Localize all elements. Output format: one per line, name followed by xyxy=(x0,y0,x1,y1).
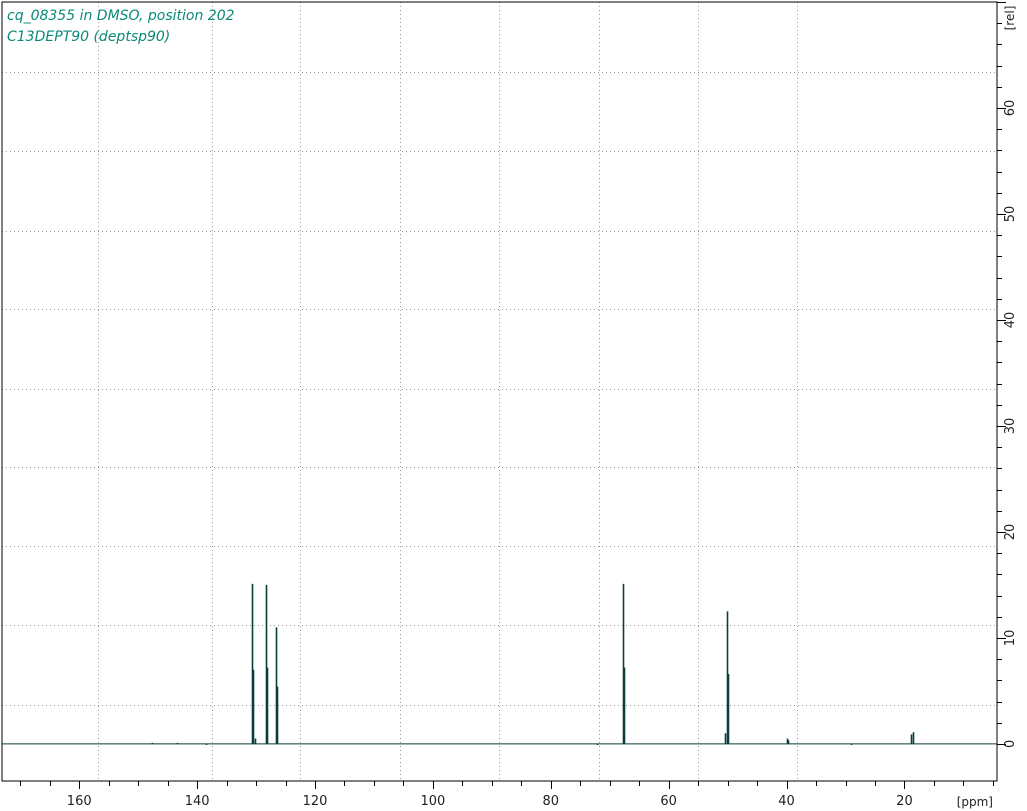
y-axis: 0 10 20 30 40 50 60 [rel] xyxy=(997,2,1018,748)
x-axis-tick-label: 80 xyxy=(543,794,560,809)
y-axis-tick-label: 60 xyxy=(1003,100,1018,117)
y-axis-tick-label: 0 xyxy=(1003,740,1018,748)
x-axis-unit-label: [ppm] xyxy=(957,795,993,809)
y-axis-tick-label: 40 xyxy=(1003,312,1018,329)
grid-layer xyxy=(2,2,997,781)
nmr-spectrum-chart: 160 140 120 100 80 60 40 20 [ppm] 0 10 20 30 40 50 60 [… xyxy=(1,1,1018,809)
x-axis-tick-label: 40 xyxy=(778,794,795,809)
y-axis-tick-label: 50 xyxy=(1003,206,1018,223)
x-axis-tick-label: 140 xyxy=(185,794,210,809)
x-axis-tick-label: 120 xyxy=(303,794,328,809)
x-axis-tick-label: 20 xyxy=(896,794,913,809)
y-axis-unit-label: [rel] xyxy=(1003,6,1017,31)
x-axis-tick-label: 160 xyxy=(67,794,92,809)
x-axis: 160 140 120 100 80 60 40 20 [ppm] xyxy=(20,781,994,809)
y-axis-tick-label: 30 xyxy=(1003,418,1018,435)
y-axis-tick-label: 20 xyxy=(1003,524,1018,541)
x-axis-tick-label: 60 xyxy=(660,794,677,809)
spectrum-subtitle: C13DEPT90 (deptsp90) xyxy=(7,29,170,45)
spectrum-trace xyxy=(2,583,997,745)
y-axis-tick-label: 10 xyxy=(1003,630,1018,647)
x-axis-tick-label: 100 xyxy=(420,794,445,809)
spectrum-title: cq_08355 in DMSO, position 202 xyxy=(7,8,235,24)
